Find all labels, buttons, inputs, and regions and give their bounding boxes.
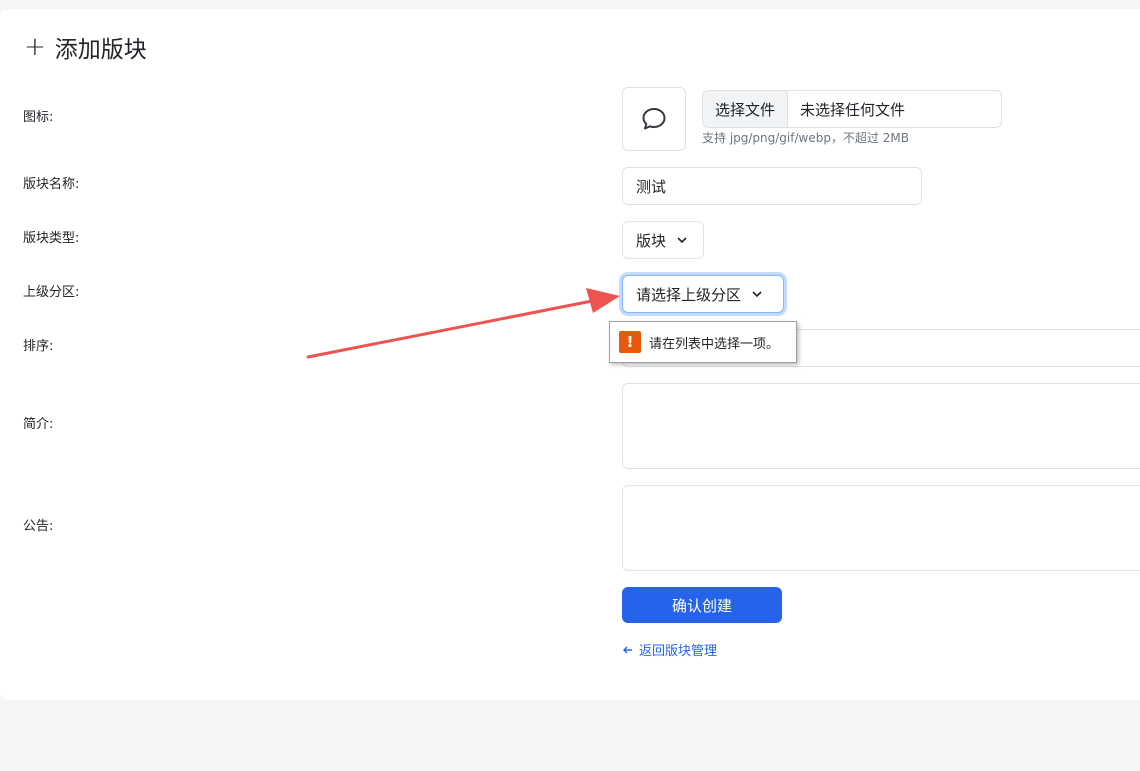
intro-textarea[interactable] <box>622 383 1140 469</box>
intro-label: 简介: <box>23 417 54 432</box>
back-link[interactable]: 返回版块管理 <box>622 640 717 659</box>
name-input[interactable]: 测试 <box>622 167 922 205</box>
submit-button[interactable]: 确认创建 <box>622 587 782 623</box>
notice-label: 公告: <box>23 519 54 534</box>
validation-message: 请在列表中选择一项。 <box>649 336 780 352</box>
type-label: 版块类型: <box>23 231 80 246</box>
icon-preview <box>622 87 686 151</box>
parent-label: 上级分区: <box>23 285 80 300</box>
arrow-left-icon <box>623 646 632 653</box>
choose-file-button[interactable]: 选择文件 <box>703 91 789 127</box>
notice-textarea[interactable] <box>622 485 1140 571</box>
parent-select-value: 请选择上级分区 <box>636 285 742 304</box>
chevron-down-icon <box>677 237 687 244</box>
icon-label: 图标: <box>23 110 54 125</box>
parent-select[interactable]: 请选择上级分区 <box>622 275 784 313</box>
page-title-text: 添加版块 <box>54 37 147 63</box>
chat-bubble-icon <box>642 108 666 130</box>
chevron-down-icon <box>752 291 762 298</box>
file-name-text: 未选择任何文件 <box>800 100 906 119</box>
file-input[interactable]: 选择文件 未选择任何文件 <box>702 90 1002 128</box>
validation-tooltip: ! 请在列表中选择一项。 <box>609 321 797 363</box>
page-title: + 添加版块 <box>24 30 147 64</box>
order-label: 排序: <box>23 339 54 354</box>
file-hint: 支持 jpg/png/gif/webp，不超过 2MB <box>702 131 909 145</box>
name-label: 版块名称: <box>23 177 80 192</box>
type-select-value: 版块 <box>636 231 667 250</box>
type-select[interactable]: 版块 <box>622 221 704 259</box>
back-link-label: 返回版块管理 <box>639 644 718 659</box>
warning-icon: ! <box>619 331 641 353</box>
plus-icon: + <box>24 32 46 62</box>
